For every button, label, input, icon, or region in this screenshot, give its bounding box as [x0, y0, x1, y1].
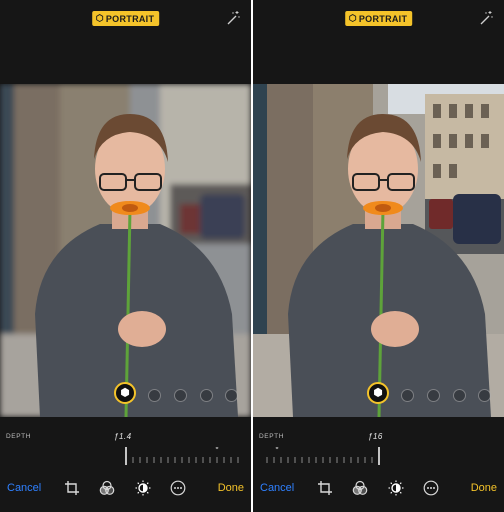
edit-toolbar: Cancel Done	[253, 471, 504, 512]
edit-panel-shallow-depth: ⬡ PORTRAIT ⬢ DEPTH ƒ1.4 Cancel Done	[0, 0, 251, 512]
portrait-badge[interactable]: ⬡ PORTRAIT	[344, 11, 413, 26]
depth-label: DEPTH	[259, 433, 285, 440]
adjust-dial-icon[interactable]	[388, 480, 404, 496]
portrait-badge-label: PORTRAIT	[105, 13, 155, 24]
magic-wand-icon[interactable]	[225, 10, 241, 26]
lighting-option-natural[interactable]: ⬢	[367, 382, 389, 404]
crop-rotate-icon[interactable]	[64, 480, 80, 496]
lighting-option[interactable]	[478, 389, 491, 402]
cube-icon: ⬡	[95, 13, 104, 23]
lighting-option[interactable]	[148, 389, 161, 402]
filters-icon[interactable]	[99, 480, 115, 496]
lighting-option-natural[interactable]: ⬢	[114, 382, 136, 404]
cancel-button[interactable]: Cancel	[7, 482, 41, 494]
hexagon-lighting-icon: ⬢	[373, 386, 383, 399]
lighting-option[interactable]	[453, 389, 466, 402]
magic-wand-icon[interactable]	[478, 10, 494, 26]
depth-slider[interactable]	[0, 447, 251, 467]
top-bar: ⬡ PORTRAIT	[0, 0, 251, 84]
lighting-option[interactable]	[200, 389, 213, 402]
portrait-lighting-dial[interactable]: ⬢	[0, 382, 251, 410]
cube-icon: ⬡	[348, 13, 357, 23]
cancel-button[interactable]: Cancel	[260, 482, 294, 494]
depth-label: DEPTH	[6, 433, 32, 440]
top-bar: ⬡ PORTRAIT	[253, 0, 504, 84]
more-icon[interactable]	[170, 480, 186, 496]
portrait-lighting-dial[interactable]: ⬢	[253, 382, 504, 410]
adjust-dial-icon[interactable]	[135, 480, 151, 496]
depth-control: DEPTH ƒ16	[253, 417, 504, 471]
depth-slider[interactable]	[253, 447, 504, 467]
lighting-option[interactable]	[225, 389, 238, 402]
depth-value: ƒ1.4	[114, 432, 132, 441]
lighting-option[interactable]	[401, 389, 414, 402]
done-button[interactable]: Done	[471, 482, 497, 494]
edit-panel-deep-depth: ⬡ PORTRAIT ⬢ DEPTH ƒ16 Cancel Done	[253, 0, 504, 512]
portrait-badge[interactable]: ⬡ PORTRAIT	[91, 11, 160, 26]
portrait-badge-label: PORTRAIT	[358, 13, 408, 24]
lighting-option[interactable]	[174, 389, 187, 402]
hexagon-lighting-icon: ⬢	[120, 386, 130, 399]
filters-icon[interactable]	[352, 480, 368, 496]
done-button[interactable]: Done	[218, 482, 244, 494]
portrait-photo-blurred	[0, 84, 251, 417]
portrait-photo-sharp	[253, 84, 504, 417]
more-icon[interactable]	[423, 480, 439, 496]
lighting-option[interactable]	[427, 389, 440, 402]
edit-toolbar: Cancel Done	[0, 471, 251, 512]
depth-control: DEPTH ƒ1.4	[0, 417, 251, 471]
depth-value: ƒ16	[368, 432, 383, 441]
crop-rotate-icon[interactable]	[317, 480, 333, 496]
